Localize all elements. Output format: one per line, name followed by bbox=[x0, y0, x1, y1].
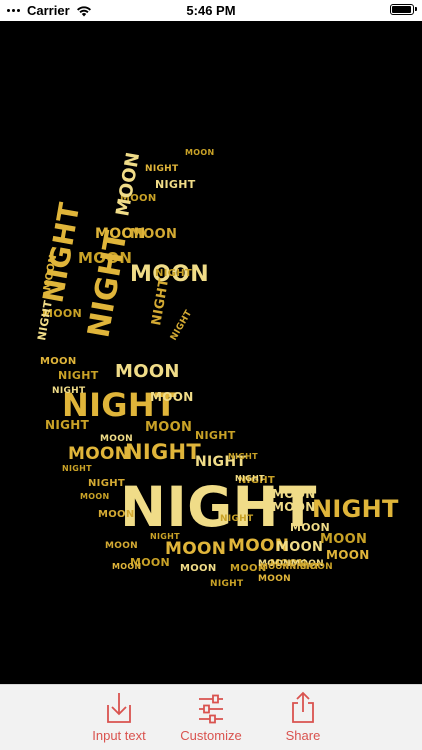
sliders-icon bbox=[199, 694, 223, 724]
cloud-word-night: NIGHT bbox=[45, 418, 90, 432]
cloud-word-moon: MOON bbox=[276, 540, 323, 555]
customize-label: Customize bbox=[180, 728, 242, 743]
cloud-word-moon: MOON bbox=[112, 150, 144, 217]
cloud-word-moon: MOON bbox=[98, 509, 135, 520]
cloud-word-moon: MOON bbox=[165, 539, 226, 559]
battery-icon bbox=[390, 4, 414, 15]
cloud-word-night: NIGHT bbox=[220, 514, 254, 524]
cloud-word-moon: MOON bbox=[40, 356, 77, 367]
cloud-word-moon: MOON bbox=[112, 562, 141, 571]
cloud-word-moon: MOON bbox=[100, 434, 133, 444]
word-cloud: MOONNIGHTNIGHTMOONMOONMOONMOONNIGHT MOONN… bbox=[35, 148, 399, 589]
cloud-word-moon: MOON bbox=[115, 361, 180, 382]
cloud-word-night: NIGHT bbox=[169, 308, 195, 342]
cloud-word-moon: MOON bbox=[130, 227, 177, 242]
cloud-word-moon: MOON bbox=[290, 521, 330, 534]
cloud-word-moon: MOON bbox=[300, 562, 333, 572]
customize-button[interactable]: Customize bbox=[161, 691, 261, 749]
share-button[interactable]: Share bbox=[253, 691, 353, 749]
cloud-word-night: NIGHT bbox=[58, 369, 99, 382]
cloud-word-night: NIGHT bbox=[195, 429, 236, 442]
share-label: Share bbox=[285, 728, 321, 743]
cloud-word-night: NIGHT bbox=[52, 386, 86, 396]
bottom-toolbar: Input text Customize Share bbox=[0, 684, 422, 750]
input-text-button[interactable]: Input text bbox=[69, 691, 169, 749]
cloud-word-night: NIGHT bbox=[235, 474, 265, 483]
status-bar: Carrier 5:46 PM bbox=[0, 0, 422, 21]
cloud-word-night: NIGHT bbox=[210, 579, 244, 589]
cloud-word-night: NIGHT bbox=[125, 440, 201, 464]
status-time: 5:46 PM bbox=[186, 3, 236, 18]
cloud-word-night: NIGHT bbox=[62, 464, 92, 473]
cloud-word-night: NIGHT bbox=[155, 178, 196, 191]
cloud-word-moon: MOON bbox=[185, 148, 214, 157]
cloud-word-moon: MOON bbox=[272, 500, 316, 514]
download-tray-icon bbox=[107, 693, 131, 723]
cloud-word-night: NIGHT bbox=[312, 495, 399, 523]
cloud-word-moon: MOON bbox=[80, 492, 109, 501]
cloud-word-moon: MOON bbox=[180, 563, 217, 574]
cloud-word-night: NIGHT bbox=[81, 228, 134, 341]
cloud-word-night: NIGHT bbox=[155, 268, 192, 279]
cloud-word-night: NIGHT bbox=[35, 299, 55, 341]
share-icon bbox=[292, 691, 314, 723]
cloud-word-moon: MOON bbox=[320, 532, 367, 547]
cloud-word-moon: MOON bbox=[258, 574, 291, 584]
battery-cap bbox=[415, 7, 417, 11]
cloud-word-moon: MOON bbox=[150, 390, 194, 404]
cloud-word-moon: MOON bbox=[272, 487, 316, 501]
cloud-word-moon: MOON bbox=[326, 548, 370, 562]
battery-fill bbox=[392, 6, 411, 13]
cloud-word-moon: MOON bbox=[145, 420, 192, 435]
input-text-label: Input text bbox=[92, 728, 146, 743]
cloud-word-night: NIGHT bbox=[228, 452, 258, 461]
cloud-word-moon: MOON bbox=[68, 444, 129, 464]
cloud-word-night: NIGHT bbox=[145, 164, 179, 174]
cloud-word-moon: MOON bbox=[105, 541, 138, 551]
word-cloud-canvas: MOON NIGHT NIGHT MOON MOON MOON MOON NIGHT MOON N… bbox=[0, 21, 422, 684]
